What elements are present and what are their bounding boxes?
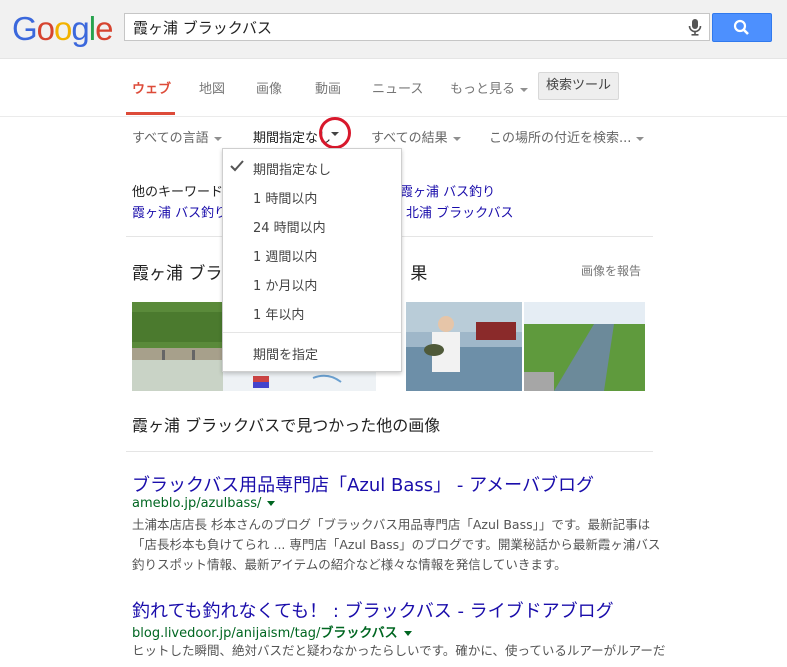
period-option-month[interactable]: 1 か月以内: [253, 275, 317, 294]
report-images-link[interactable]: 画像を報告: [581, 262, 641, 279]
period-option-custom[interactable]: 期間を指定: [253, 344, 318, 363]
logo-letter: o: [54, 10, 72, 47]
period-option-year[interactable]: 1 年以内: [253, 304, 304, 323]
snippet-line: 釣りスポット情報、最新アイテムの紹介など様々な情報を発信していきます。: [132, 557, 567, 572]
logo-letter: o: [36, 10, 55, 47]
result-title-link[interactable]: ブラックバス用品専門店「Azul Bass」 - アメーバブログ: [132, 471, 594, 497]
google-logo[interactable]: Google: [12, 10, 113, 48]
tab-news[interactable]: ニュース: [372, 78, 423, 97]
related-keywords-label: 他のキーワード:: [132, 185, 228, 200]
thumbnail-picture: [406, 302, 522, 391]
tab-videos[interactable]: 動画: [315, 78, 341, 97]
microphone-icon[interactable]: [685, 17, 705, 37]
search-icon: [733, 19, 749, 35]
divider: [126, 451, 653, 452]
results-filter[interactable]: すべての結果: [371, 127, 461, 146]
chevron-down-icon[interactable]: [331, 132, 339, 136]
menu-divider: [223, 332, 401, 333]
image-thumbnail[interactable]: [132, 302, 223, 391]
result-url-text: blog.livedoor.jp/anijaism/tag/: [132, 626, 321, 641]
chevron-down-icon[interactable]: [267, 501, 276, 506]
logo-letter: e: [95, 10, 113, 47]
period-option-hour[interactable]: 1 時間以内: [253, 188, 317, 207]
active-tab-indicator: [126, 112, 175, 115]
checkmark-icon: [230, 160, 244, 172]
period-option-any[interactable]: 期間指定なし: [253, 159, 331, 178]
result-snippet: 土浦本店店長 杉本さんのブログ「ブラックバス用品専門店「Azul Bass」」で…: [132, 515, 660, 575]
related-keyword-link[interactable]: 北浦 ブラックバス: [406, 202, 513, 221]
tab-more[interactable]: もっと見る: [450, 78, 529, 97]
result-url[interactable]: ameblo.jp/azulbass/: [132, 496, 276, 511]
chevron-down-icon: [452, 136, 461, 141]
period-dropdown-menu: 期間指定なし 1 時間以内 24 時間以内 1 週間以内 1 か月以内 1 年以…: [222, 148, 402, 372]
divider: [0, 116, 787, 117]
snippet-line: 「店長杉本も負けてられ ... 専門店「Azul Bass」のブログです。開業秘…: [132, 537, 661, 552]
search-input[interactable]: [133, 14, 673, 40]
thumbnail-picture: [524, 302, 645, 391]
language-filter[interactable]: すべての言語: [132, 127, 222, 146]
tab-more-label: もっと見る: [450, 82, 516, 97]
image-thumbnail[interactable]: [406, 302, 522, 391]
snippet-line: 土浦本店店長 杉本さんのブログ「ブラックバス用品専門店「Azul Bass」」で…: [132, 517, 651, 532]
search-box: [124, 13, 710, 41]
logo-letter: g: [71, 10, 89, 47]
thumbnail-picture: [132, 302, 223, 391]
search-tools-button[interactable]: 検索ツール: [538, 72, 619, 100]
location-filter-label: この場所の付近を検索...: [489, 131, 632, 146]
image-results-title-right: 果: [410, 264, 428, 284]
result-snippet: ヒットした瞬間、絶対バスだと疑わなかったらしいです。確かに、使っているルアーがル…: [132, 641, 665, 661]
tab-images[interactable]: 画像: [256, 78, 282, 97]
tab-maps[interactable]: 地図: [199, 78, 225, 97]
chevron-down-icon: [520, 87, 529, 92]
chevron-down-icon: [213, 136, 222, 141]
result-url-text: ameblo.jp/azulbass/: [132, 496, 262, 511]
period-option-week[interactable]: 1 週間以内: [253, 246, 317, 265]
language-filter-label: すべての言語: [132, 131, 209, 146]
result-url[interactable]: blog.livedoor.jp/anijaism/tag/ブラックバス: [132, 622, 412, 641]
snippet-line: ヒットした瞬間、絶対バスだと疑わなかったらしいです。確かに、使っているルアーがル…: [132, 643, 666, 658]
image-thumbnail[interactable]: [524, 302, 645, 391]
related-keyword-link[interactable]: 霞ヶ浦 バス釣り: [132, 202, 227, 221]
chevron-down-icon[interactable]: [403, 631, 412, 636]
search-button[interactable]: [712, 13, 772, 42]
results-filter-label: すべての結果: [371, 131, 448, 146]
logo-letter: G: [12, 10, 38, 47]
image-results-title-left: 霞ヶ浦 ブラ: [132, 264, 223, 284]
more-images-link[interactable]: 霞ヶ浦 ブラックバスで見つかった他の画像: [132, 412, 440, 436]
tab-web[interactable]: ウェブ: [132, 78, 171, 97]
result-url-bold: ブラックバス: [320, 626, 398, 641]
chevron-down-icon: [636, 136, 645, 141]
related-keyword-link[interactable]: 霞ヶ浦 バス釣り: [400, 181, 495, 200]
period-option-24h[interactable]: 24 時間以内: [253, 217, 326, 236]
location-filter[interactable]: この場所の付近を検索...: [489, 127, 645, 146]
result-title-link[interactable]: 釣れても釣れなくても！ : ブラックバス - ライブドアブログ: [132, 597, 614, 623]
